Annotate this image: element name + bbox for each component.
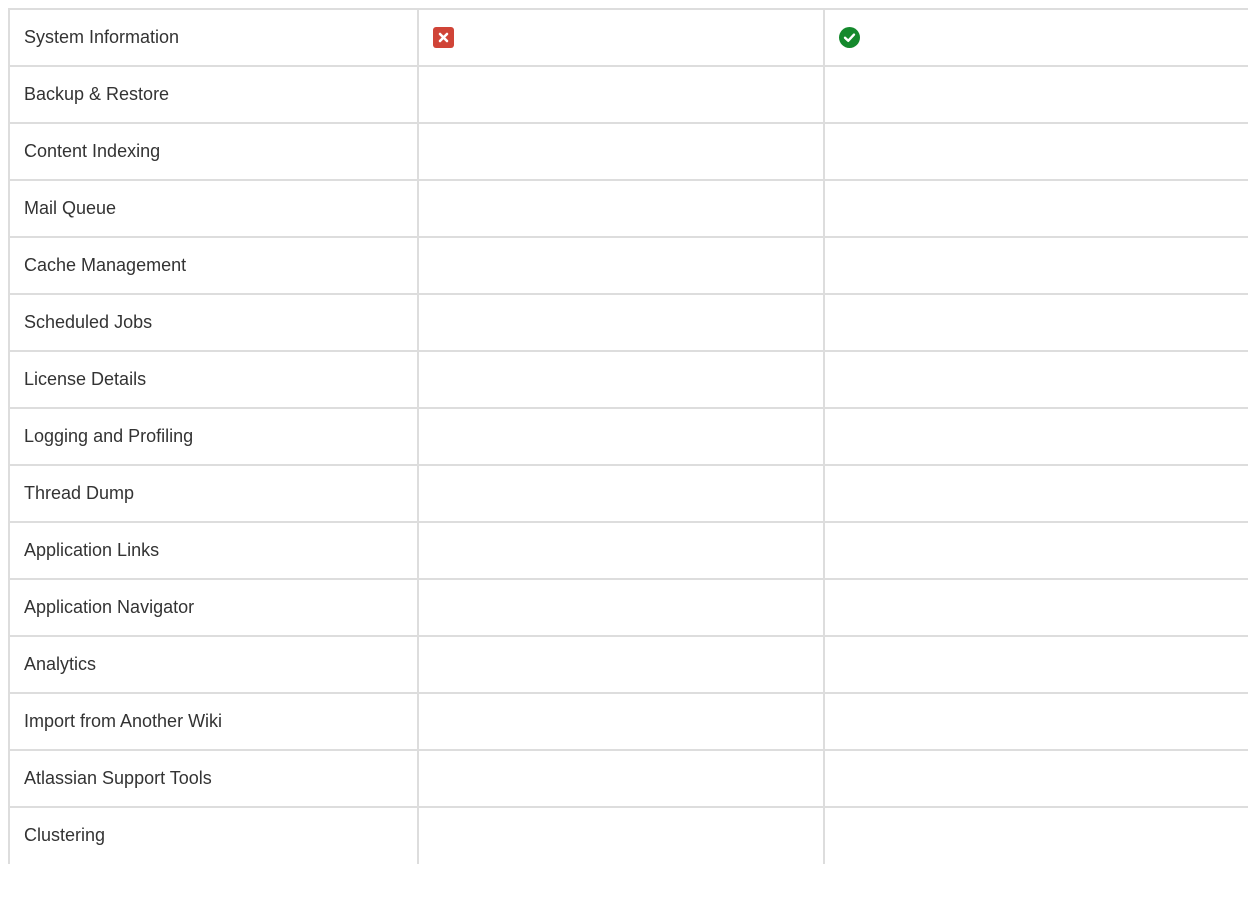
row-label: License Details	[24, 369, 147, 389]
status-cell	[417, 806, 825, 864]
status-cell	[823, 293, 1248, 352]
status-cell	[417, 122, 825, 181]
table-row: Backup & Restore	[8, 65, 1248, 124]
row-label: Backup & Restore	[24, 84, 170, 104]
status-cell	[823, 236, 1248, 295]
status-cell	[417, 236, 825, 295]
admin-permissions-table: System Information Backup & Restore Cont…	[8, 8, 1248, 864]
row-label: Import from Another Wiki	[24, 711, 223, 731]
row-label: Atlassian Support Tools	[24, 768, 212, 788]
table-row: Content Indexing	[8, 122, 1248, 181]
table-row: Atlassian Support Tools	[8, 749, 1248, 808]
status-cell	[823, 65, 1248, 124]
table-row: Logging and Profiling	[8, 407, 1248, 466]
row-label-cell: Logging and Profiling	[8, 407, 419, 466]
table-row: License Details	[8, 350, 1248, 409]
row-label-cell: Application Navigator	[8, 578, 419, 637]
status-cell	[417, 350, 825, 409]
row-label-cell: Thread Dump	[8, 464, 419, 523]
row-label: Thread Dump	[24, 483, 135, 503]
row-label: Scheduled Jobs	[24, 312, 153, 332]
row-label-cell: Mail Queue	[8, 179, 419, 238]
status-cell	[823, 521, 1248, 580]
status-cell	[417, 692, 825, 751]
row-label: Application Links	[24, 540, 160, 560]
row-label: Application Navigator	[24, 597, 195, 617]
table-row: Thread Dump	[8, 464, 1248, 523]
row-label-cell: License Details	[8, 350, 419, 409]
status-cell	[417, 635, 825, 694]
status-cell	[823, 8, 1248, 67]
status-cell	[417, 578, 825, 637]
table-row: Analytics	[8, 635, 1248, 694]
row-label: Clustering	[24, 825, 106, 845]
status-cell	[823, 749, 1248, 808]
row-label-cell: Scheduled Jobs	[8, 293, 419, 352]
status-cell	[823, 350, 1248, 409]
table-row: Scheduled Jobs	[8, 293, 1248, 352]
row-label-cell: Analytics	[8, 635, 419, 694]
row-label-cell: Cache Management	[8, 236, 419, 295]
cross-icon-graphic	[433, 26, 454, 48]
table-row: Mail Queue	[8, 179, 1248, 238]
status-cell	[823, 179, 1248, 238]
status-cell	[823, 122, 1248, 181]
status-cell	[417, 407, 825, 466]
row-label-cell: Atlassian Support Tools	[8, 749, 419, 808]
row-label: Logging and Profiling	[24, 426, 194, 446]
status-cell	[417, 179, 825, 238]
table-row: Clustering	[8, 806, 1248, 864]
status-cell	[823, 692, 1248, 751]
check-icon-graphic	[839, 26, 860, 48]
row-label-cell: Content Indexing	[8, 122, 419, 181]
row-label: Cache Management	[24, 255, 187, 275]
status-cell	[417, 293, 825, 352]
table-row: Cache Management	[8, 236, 1248, 295]
table-row: System Information	[8, 8, 1248, 67]
status-cell	[823, 464, 1248, 523]
row-label-cell: Clustering	[8, 806, 419, 864]
row-label: Analytics	[24, 654, 97, 674]
row-label-cell: System Information	[8, 8, 419, 67]
status-cell	[823, 635, 1248, 694]
row-label: System Information	[24, 27, 180, 47]
status-cell	[417, 521, 825, 580]
status-cell	[417, 65, 825, 124]
table-row: Application Links	[8, 521, 1248, 580]
status-cell	[823, 407, 1248, 466]
row-label-cell: Application Links	[8, 521, 419, 580]
row-label-cell: Backup & Restore	[8, 65, 419, 124]
cross-icon	[433, 26, 454, 48]
status-cell	[417, 749, 825, 808]
table-row: Import from Another Wiki	[8, 692, 1248, 751]
status-cell	[417, 464, 825, 523]
status-cell	[823, 578, 1248, 637]
check-icon	[839, 26, 860, 48]
row-label: Content Indexing	[24, 141, 161, 161]
table-row: Application Navigator	[8, 578, 1248, 637]
row-label-cell: Import from Another Wiki	[8, 692, 419, 751]
status-cell	[417, 8, 825, 67]
row-label: Mail Queue	[24, 198, 117, 218]
status-cell	[823, 806, 1248, 864]
